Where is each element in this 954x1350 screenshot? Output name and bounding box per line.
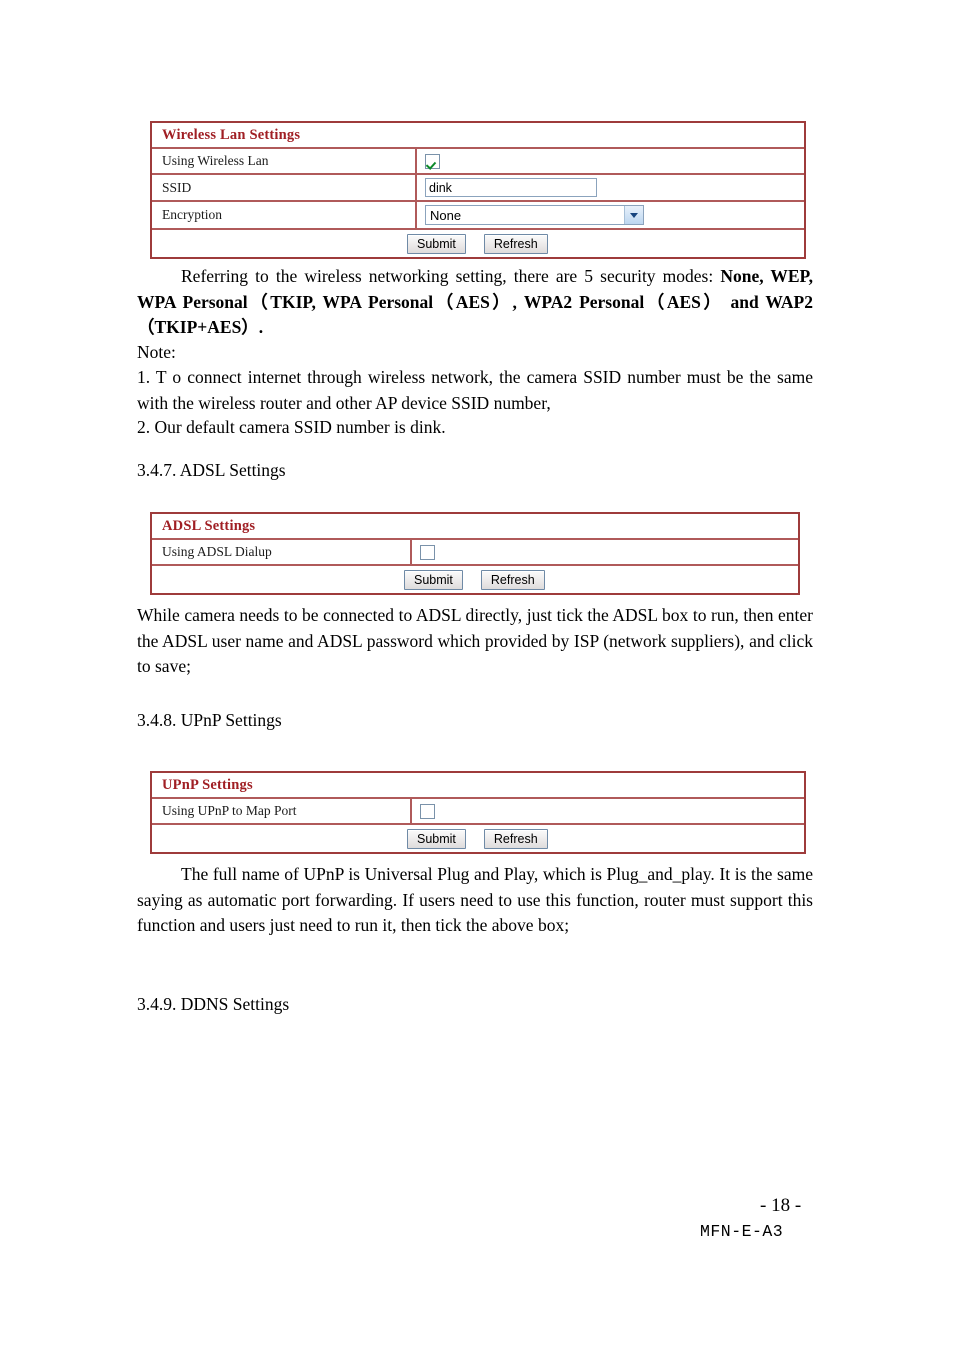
note-item-2: 2. Our default camera SSID number is din… xyxy=(137,417,446,437)
refresh-button[interactable]: Refresh xyxy=(483,233,548,254)
wireless-intro-paragraph: Referring to the wireless networking set… xyxy=(137,264,813,341)
encryption-select[interactable]: None xyxy=(425,205,644,225)
row-label: Using UPnP to Map Port xyxy=(162,803,297,818)
page-number: - 18 - xyxy=(760,1195,802,1216)
panel-title: UPnP Settings xyxy=(162,777,253,793)
submit-button[interactable]: Submit xyxy=(404,569,463,590)
table-row: Encryption None xyxy=(152,202,804,230)
refresh-button[interactable]: Refresh xyxy=(480,569,545,590)
document-page: Wireless Lan Settings Using Wireless Lan… xyxy=(0,0,954,1350)
chevron-down-icon[interactable] xyxy=(624,206,643,224)
upnp-paragraph: The full name of UPnP is Universal Plug … xyxy=(137,864,813,935)
row-control xyxy=(410,540,798,564)
panel-header: UPnP Settings xyxy=(152,773,804,799)
panel-actions-row: Submit Refresh xyxy=(152,825,804,852)
heading-upnp-settings: 3.4.8. UPnP Settings xyxy=(137,710,282,730)
panel-header: ADSL Settings xyxy=(152,514,798,540)
row-control: dink xyxy=(415,175,804,200)
panel-title: Wireless Lan Settings xyxy=(162,127,301,143)
heading-ddns-settings: 3.4.9. DDNS Settings xyxy=(137,994,290,1014)
note-item-1: 1. T o connect internet through wireless… xyxy=(137,367,813,413)
panel-actions-row: Submit Refresh xyxy=(152,230,804,257)
row-label: Using ADSL Dialup xyxy=(162,544,272,559)
document-code: MFN-E-A3 xyxy=(700,1222,784,1241)
submit-button[interactable]: Submit xyxy=(407,233,466,254)
wireless-lan-settings-panel: Wireless Lan Settings Using Wireless Lan… xyxy=(150,121,806,259)
table-row: Using UPnP to Map Port xyxy=(152,799,804,825)
submit-button[interactable]: Submit xyxy=(407,828,466,849)
encryption-selected-value: None xyxy=(430,207,462,223)
row-label: Encryption xyxy=(162,207,222,222)
panel-header: Wireless Lan Settings xyxy=(152,123,804,149)
row-control xyxy=(410,799,804,823)
row-label: Using Wireless Lan xyxy=(162,153,269,168)
heading-adsl-settings: 3.4.7. ADSL Settings xyxy=(137,460,286,480)
table-row: Using Wireless Lan xyxy=(152,149,804,175)
using-adsl-dialup-checkbox[interactable] xyxy=(420,544,435,560)
adsl-paragraph: While camera needs to be connected to AD… xyxy=(137,605,813,676)
panel-title: ADSL Settings xyxy=(162,518,256,534)
adsl-settings-panel: ADSL Settings Using ADSL Dialup Submit R… xyxy=(150,512,800,595)
row-control: None xyxy=(415,202,804,228)
upnp-settings-panel: UPnP Settings Using UPnP to Map Port Sub… xyxy=(150,771,806,854)
table-row: Using ADSL Dialup xyxy=(152,540,798,566)
wireless-intro-plain: Referring to the wireless networking set… xyxy=(181,266,714,286)
note-label: Note: xyxy=(137,342,176,362)
using-wireless-lan-checkbox[interactable] xyxy=(425,153,440,169)
row-control xyxy=(415,149,804,173)
refresh-button[interactable]: Refresh xyxy=(483,828,548,849)
table-row: SSID dink xyxy=(152,175,804,202)
ssid-input[interactable]: dink xyxy=(425,178,597,197)
panel-actions-row: Submit Refresh xyxy=(152,566,798,593)
using-upnp-to-map-port-checkbox[interactable] xyxy=(420,803,435,819)
row-label: SSID xyxy=(162,179,192,195)
